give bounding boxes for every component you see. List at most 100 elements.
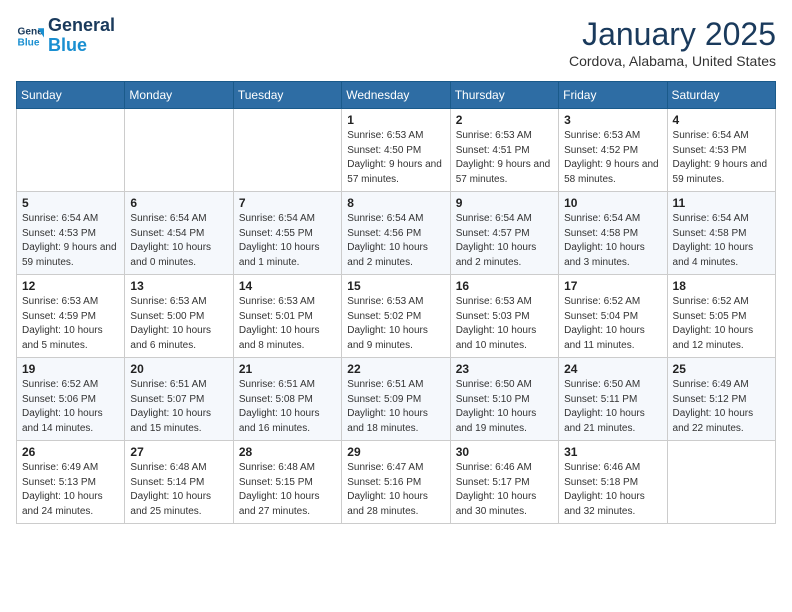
- calendar-day-cell: 23 Sunrise: 6:50 AMSunset: 5:10 PMDayligh…: [450, 358, 558, 441]
- calendar-day-cell: 26 Sunrise: 6:49 AMSunset: 5:13 PMDayligh…: [17, 441, 125, 524]
- day-info: Sunrise: 6:50 AMSunset: 5:11 PMDaylight:…: [564, 378, 661, 436]
- calendar-day-cell: [17, 109, 125, 192]
- day-info: Sunrise: 6:53 AMSunset: 4:50 PMDaylight:…: [347, 129, 444, 187]
- day-number: 23: [456, 362, 553, 376]
- day-number: 18: [673, 279, 770, 293]
- calendar-day-cell: 28Sunrise: 6:48 AMSunset: 5:15 PMDayligh…: [233, 441, 341, 524]
- day-number: 14: [239, 279, 336, 293]
- day-number: 19: [22, 362, 119, 376]
- weekday-header-row: SundayMondayTuesdayWednesdayThursdayFrid…: [17, 82, 776, 109]
- calendar-day-cell: 1 Sunrise: 6:53 AMSunset: 4:50 PMDaylight…: [342, 109, 450, 192]
- day-number: 1: [347, 113, 444, 127]
- day-number: 31: [564, 445, 661, 459]
- calendar-day-cell: 17Sunrise: 6:52 AMSunset: 5:04 PMDayligh…: [559, 275, 667, 358]
- calendar-day-cell: 30Sunrise: 6:46 AMSunset: 5:17 PMDayligh…: [450, 441, 558, 524]
- page-header: General Blue General Blue January 2025 C…: [16, 16, 776, 69]
- calendar-week-row: 5 Sunrise: 6:54 AMSunset: 4:53 PMDaylight…: [17, 192, 776, 275]
- day-info: Sunrise: 6:54 AMSunset: 4:57 PMDaylight:…: [456, 212, 553, 270]
- day-number: 20: [130, 362, 227, 376]
- day-info: Sunrise: 6:53 AMSunset: 5:03 PMDaylight:…: [456, 295, 553, 353]
- svg-text:Blue: Blue: [18, 37, 40, 48]
- day-info: Sunrise: 6:53 AMSunset: 4:51 PMDaylight:…: [456, 129, 553, 187]
- day-info: Sunrise: 6:54 AMSunset: 4:56 PMDaylight:…: [347, 212, 444, 270]
- day-number: 16: [456, 279, 553, 293]
- calendar-day-cell: 4Sunrise: 6:54 AMSunset: 4:53 PMDaylight…: [667, 109, 775, 192]
- day-info: Sunrise: 6:46 AMSunset: 5:17 PMDaylight:…: [456, 461, 553, 519]
- calendar-day-cell: 29 Sunrise: 6:47 AMSunset: 5:16 PMDayligh…: [342, 441, 450, 524]
- calendar-day-cell: 13Sunrise: 6:53 AMSunset: 5:00 PMDayligh…: [125, 275, 233, 358]
- day-info: Sunrise: 6:54 AMSunset: 4:53 PMDaylight:…: [673, 129, 770, 187]
- calendar-day-cell: 12Sunrise: 6:53 AMSunset: 4:59 PMDayligh…: [17, 275, 125, 358]
- calendar-day-cell: 18 Sunrise: 6:52 AMSunset: 5:05 PMDayligh…: [667, 275, 775, 358]
- day-number: 9: [456, 196, 553, 210]
- day-number: 15: [347, 279, 444, 293]
- calendar-day-cell: 8 Sunrise: 6:54 AMSunset: 4:56 PMDaylight…: [342, 192, 450, 275]
- day-number: 22: [347, 362, 444, 376]
- day-info: Sunrise: 6:54 AMSunset: 4:54 PMDaylight:…: [130, 212, 227, 270]
- day-info: Sunrise: 6:53 AMSunset: 5:01 PMDaylight:…: [239, 295, 336, 353]
- day-info: Sunrise: 6:52 AMSunset: 5:04 PMDaylight:…: [564, 295, 661, 353]
- calendar-day-cell: 3 Sunrise: 6:53 AMSunset: 4:52 PMDaylight…: [559, 109, 667, 192]
- day-info: Sunrise: 6:49 AMSunset: 5:12 PMDaylight:…: [673, 378, 770, 436]
- day-number: 25: [673, 362, 770, 376]
- calendar-day-cell: 7 Sunrise: 6:54 AMSunset: 4:55 PMDaylight…: [233, 192, 341, 275]
- weekday-header: Thursday: [450, 82, 558, 109]
- calendar-day-cell: [233, 109, 341, 192]
- weekday-header: Monday: [125, 82, 233, 109]
- day-info: Sunrise: 6:51 AMSunset: 5:08 PMDaylight:…: [239, 378, 336, 436]
- logo-text: General Blue: [48, 16, 115, 56]
- calendar-day-cell: 25 Sunrise: 6:49 AMSunset: 5:12 PMDayligh…: [667, 358, 775, 441]
- day-number: 24: [564, 362, 661, 376]
- weekday-header: Tuesday: [233, 82, 341, 109]
- day-info: Sunrise: 6:50 AMSunset: 5:10 PMDaylight:…: [456, 378, 553, 436]
- calendar-week-row: 26 Sunrise: 6:49 AMSunset: 5:13 PMDayligh…: [17, 441, 776, 524]
- calendar-day-cell: 15 Sunrise: 6:53 AMSunset: 5:02 PMDayligh…: [342, 275, 450, 358]
- calendar-day-cell: 20 Sunrise: 6:51 AMSunset: 5:07 PMDayligh…: [125, 358, 233, 441]
- calendar-day-cell: 22 Sunrise: 6:51 AMSunset: 5:09 PMDayligh…: [342, 358, 450, 441]
- weekday-header: Sunday: [17, 82, 125, 109]
- day-number: 27: [130, 445, 227, 459]
- calendar-day-cell: 6 Sunrise: 6:54 AMSunset: 4:54 PMDaylight…: [125, 192, 233, 275]
- calendar-day-cell: 27 Sunrise: 6:48 AMSunset: 5:14 PMDayligh…: [125, 441, 233, 524]
- calendar-day-cell: 10 Sunrise: 6:54 AMSunset: 4:58 PMDayligh…: [559, 192, 667, 275]
- day-number: 8: [347, 196, 444, 210]
- calendar-day-cell: 11 Sunrise: 6:54 AMSunset: 4:58 PMDayligh…: [667, 192, 775, 275]
- day-number: 26: [22, 445, 119, 459]
- calendar-day-cell: 21 Sunrise: 6:51 AMSunset: 5:08 PMDayligh…: [233, 358, 341, 441]
- day-info: Sunrise: 6:54 AMSunset: 4:53 PMDaylight:…: [22, 212, 119, 270]
- day-number: 11: [673, 196, 770, 210]
- day-info: Sunrise: 6:54 AMSunset: 4:55 PMDaylight:…: [239, 212, 336, 270]
- weekday-header: Wednesday: [342, 82, 450, 109]
- day-info: Sunrise: 6:54 AMSunset: 4:58 PMDaylight:…: [673, 212, 770, 270]
- day-number: 28: [239, 445, 336, 459]
- day-info: Sunrise: 6:51 AMSunset: 5:09 PMDaylight:…: [347, 378, 444, 436]
- day-info: Sunrise: 6:54 AMSunset: 4:58 PMDaylight:…: [564, 212, 661, 270]
- day-info: Sunrise: 6:51 AMSunset: 5:07 PMDaylight:…: [130, 378, 227, 436]
- day-info: Sunrise: 6:53 AMSunset: 4:59 PMDaylight:…: [22, 295, 119, 353]
- calendar-day-cell: 24 Sunrise: 6:50 AMSunset: 5:11 PMDayligh…: [559, 358, 667, 441]
- day-number: 10: [564, 196, 661, 210]
- day-info: Sunrise: 6:53 AMSunset: 4:52 PMDaylight:…: [564, 129, 661, 187]
- calendar-week-row: 19 Sunrise: 6:52 AMSunset: 5:06 PMDayligh…: [17, 358, 776, 441]
- calendar-day-cell: 5 Sunrise: 6:54 AMSunset: 4:53 PMDaylight…: [17, 192, 125, 275]
- day-number: 21: [239, 362, 336, 376]
- calendar-week-row: 12Sunrise: 6:53 AMSunset: 4:59 PMDayligh…: [17, 275, 776, 358]
- day-info: Sunrise: 6:52 AMSunset: 5:06 PMDaylight:…: [22, 378, 119, 436]
- weekday-header: Saturday: [667, 82, 775, 109]
- logo-icon: General Blue: [16, 22, 44, 50]
- day-number: 13: [130, 279, 227, 293]
- day-number: 3: [564, 113, 661, 127]
- calendar-day-cell: 19 Sunrise: 6:52 AMSunset: 5:06 PMDayligh…: [17, 358, 125, 441]
- calendar-title: January 2025: [569, 16, 776, 53]
- day-info: Sunrise: 6:49 AMSunset: 5:13 PMDaylight:…: [22, 461, 119, 519]
- logo: General Blue General Blue: [16, 16, 115, 56]
- day-number: 7: [239, 196, 336, 210]
- day-info: Sunrise: 6:48 AMSunset: 5:14 PMDaylight:…: [130, 461, 227, 519]
- day-info: Sunrise: 6:47 AMSunset: 5:16 PMDaylight:…: [347, 461, 444, 519]
- day-info: Sunrise: 6:53 AMSunset: 5:02 PMDaylight:…: [347, 295, 444, 353]
- day-info: Sunrise: 6:52 AMSunset: 5:05 PMDaylight:…: [673, 295, 770, 353]
- calendar-day-cell: 9 Sunrise: 6:54 AMSunset: 4:57 PMDaylight…: [450, 192, 558, 275]
- day-number: 29: [347, 445, 444, 459]
- day-number: 5: [22, 196, 119, 210]
- day-number: 6: [130, 196, 227, 210]
